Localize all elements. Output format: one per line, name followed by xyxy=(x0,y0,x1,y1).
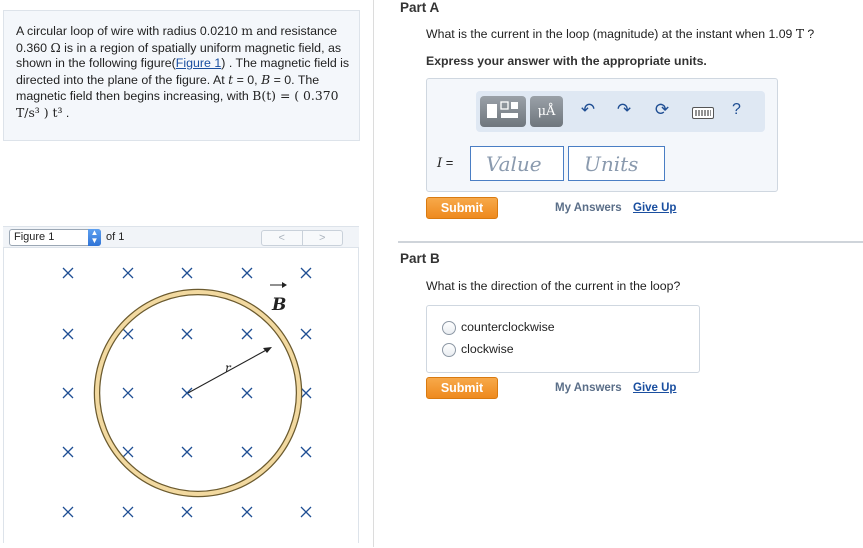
x-mark xyxy=(241,446,253,458)
x-mark xyxy=(241,267,253,279)
problem-text: = 0, xyxy=(233,72,262,87)
x-mark xyxy=(300,387,312,399)
part-a-give-up-link[interactable]: Give Up xyxy=(633,202,676,214)
figure-link[interactable]: Figure 1 xyxy=(176,56,221,70)
x-mark xyxy=(300,267,312,279)
part-b-my-answers-link[interactable]: My Answers xyxy=(555,382,622,394)
unit-meter: m xyxy=(241,23,253,38)
problem-text: . xyxy=(62,105,70,120)
x-mark xyxy=(122,446,134,458)
answer-variable: I = xyxy=(437,155,453,171)
part-a-instruction: Express your answer with the appropriate… xyxy=(426,54,707,68)
figure-nav: < > xyxy=(261,230,343,246)
problem-text: A circular loop of wire with radius 0.02… xyxy=(16,24,242,38)
x-mark xyxy=(181,446,193,458)
x-mark xyxy=(62,387,74,399)
figure-area: r B xyxy=(3,248,359,543)
x-mark xyxy=(181,506,193,518)
part-a-my-answers-link[interactable]: My Answers xyxy=(555,202,622,214)
x-mark xyxy=(122,267,134,279)
keyboard-icon[interactable] xyxy=(692,107,714,119)
figure-count: of 1 xyxy=(106,231,125,243)
magnetic-field-figure: r B xyxy=(62,267,312,518)
figure-select-value: Figure 1 xyxy=(14,231,55,243)
unit-tesla: T xyxy=(795,27,805,41)
unit-ohm: Ω xyxy=(50,39,61,55)
x-mark xyxy=(122,506,134,518)
equals-sign: = xyxy=(442,155,454,170)
next-figure-button[interactable]: > xyxy=(303,231,343,245)
part-b-question: What is the direction of the current in … xyxy=(426,279,681,293)
x-mark xyxy=(300,506,312,518)
vector-arrowhead xyxy=(282,282,287,288)
radio-clockwise[interactable] xyxy=(442,343,456,357)
part-b-title: Part B xyxy=(400,251,440,266)
x-mark xyxy=(62,506,74,518)
templates-icon[interactable] xyxy=(480,96,526,127)
templates-glyph xyxy=(487,101,518,118)
value-input[interactable]: Value xyxy=(470,146,564,181)
x-mark xyxy=(241,506,253,518)
figure-select[interactable]: Figure 1 ▲ ▼ xyxy=(9,229,101,246)
option-counterclockwise-label[interactable]: counterclockwise xyxy=(461,320,555,334)
field-label: B xyxy=(271,295,286,315)
undo-icon[interactable]: ↶ xyxy=(578,100,598,120)
option-clockwise-label[interactable]: clockwise xyxy=(461,342,514,356)
x-mark xyxy=(122,328,134,340)
redo-icon[interactable]: ↷ xyxy=(614,100,634,120)
variable-b: B xyxy=(261,71,271,87)
part-divider xyxy=(398,241,863,243)
units-input[interactable]: Units xyxy=(568,146,665,181)
select-spinner-icon[interactable]: ▲ ▼ xyxy=(88,229,101,246)
part-a-title: Part A xyxy=(400,0,440,15)
x-mark xyxy=(122,387,134,399)
problem-statement: A circular loop of wire with radius 0.02… xyxy=(3,10,360,141)
prev-figure-button[interactable]: < xyxy=(262,231,303,245)
x-mark xyxy=(181,387,193,399)
part-b-submit-button[interactable]: Submit xyxy=(426,377,498,399)
x-mark xyxy=(181,328,193,340)
part-b-give-up-link[interactable]: Give Up xyxy=(633,382,676,394)
radius-arrowhead xyxy=(263,347,272,353)
x-mark xyxy=(300,328,312,340)
radius-label: r xyxy=(225,361,232,375)
x-mark xyxy=(300,446,312,458)
left-column: A circular loop of wire with radius 0.02… xyxy=(0,0,374,547)
choice-box xyxy=(426,305,700,373)
x-mark xyxy=(241,387,253,399)
x-mark xyxy=(62,267,74,279)
radio-counterclockwise[interactable] xyxy=(442,321,456,335)
part-a-question-end: ? xyxy=(804,27,815,41)
x-mark xyxy=(62,328,74,340)
units-icon[interactable]: μÅ xyxy=(530,96,563,127)
part-a-submit-button[interactable]: Submit xyxy=(426,197,498,219)
reset-icon[interactable]: ⟳ xyxy=(652,100,672,120)
part-a-question: What is the current in the loop (magnitu… xyxy=(426,27,814,41)
figure-toolbar: Figure 1 ▲ ▼ of 1 < > xyxy=(3,226,359,248)
x-mark xyxy=(241,328,253,340)
help-icon[interactable]: ? xyxy=(732,101,741,119)
x-mark xyxy=(62,446,74,458)
part-a-question-text: What is the current in the loop (magnitu… xyxy=(426,27,796,41)
x-mark xyxy=(181,267,193,279)
